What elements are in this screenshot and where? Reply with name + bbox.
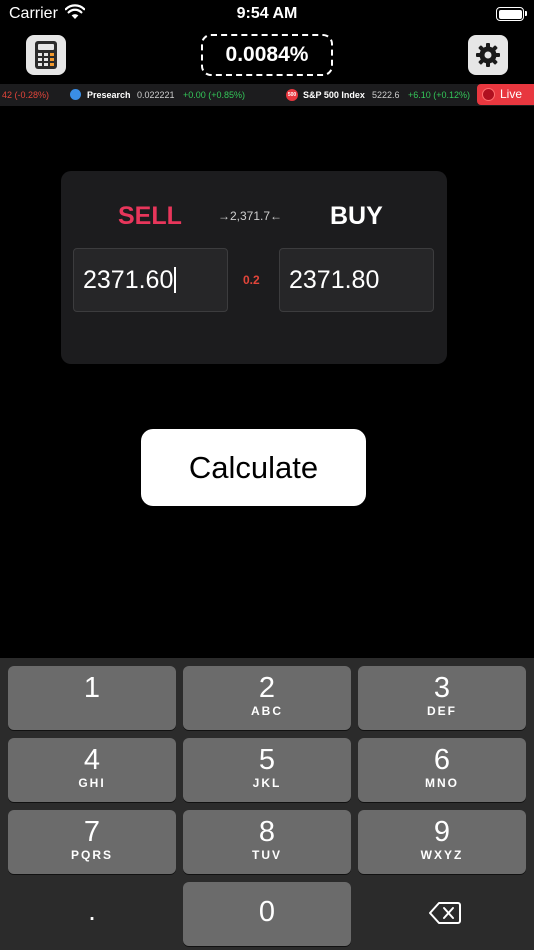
live-dot-icon bbox=[482, 88, 495, 101]
key-0[interactable]: 0 bbox=[183, 882, 351, 946]
settings-button[interactable] bbox=[468, 35, 508, 75]
delete-key[interactable] bbox=[358, 883, 526, 945]
battery-icon bbox=[496, 7, 527, 21]
calculate-button[interactable]: Calculate bbox=[141, 429, 366, 506]
key-5[interactable]: 5 JKL bbox=[183, 738, 351, 802]
ticker-price: 5222.6 bbox=[372, 90, 400, 100]
mid-price: →2,371.7← bbox=[218, 209, 283, 223]
sell-price-value: 2371.60 bbox=[83, 266, 174, 294]
key-digit: 6 bbox=[433, 744, 451, 776]
key-letters: GHI bbox=[78, 776, 106, 790]
key-letters: JKL bbox=[252, 776, 282, 790]
ticker-change: 42 (-0.28%) bbox=[2, 90, 50, 100]
sell-label: SELL bbox=[118, 202, 182, 230]
key-letters: PQRS bbox=[70, 848, 113, 862]
key-digit: 5 bbox=[258, 744, 276, 776]
calculator-button[interactable] bbox=[26, 35, 66, 75]
key-digit: 4 bbox=[83, 744, 101, 776]
key-4[interactable]: 4 GHI bbox=[8, 738, 176, 802]
ticker-name: Presearch bbox=[87, 90, 131, 100]
key-letters: TUV bbox=[252, 848, 282, 862]
key-digit: 7 bbox=[83, 816, 101, 848]
key-letters: ABC bbox=[251, 704, 283, 718]
ticker-name: S&P 500 Index bbox=[303, 90, 365, 100]
key-digit: 1 bbox=[83, 672, 101, 704]
key-9[interactable]: 9 WXYZ bbox=[358, 810, 526, 874]
live-label: Live bbox=[500, 87, 523, 101]
live-badge[interactable]: Live bbox=[477, 84, 534, 105]
key-digit: 9 bbox=[433, 816, 451, 848]
buy-price-value: 2371.80 bbox=[289, 266, 380, 294]
key-3[interactable]: 3 DEF bbox=[358, 666, 526, 730]
sp500-icon: 500 bbox=[286, 89, 298, 101]
key-letters: WXYZ bbox=[420, 848, 464, 862]
text-caret bbox=[174, 267, 177, 293]
calculator-icon bbox=[35, 41, 57, 69]
key-7[interactable]: 7 PQRS bbox=[8, 810, 176, 874]
buy-price-input[interactable]: 2371.80 bbox=[279, 248, 434, 312]
ticker-change: +6.10 (+0.12%) bbox=[408, 90, 471, 100]
decimal-key[interactable]: . bbox=[8, 883, 176, 945]
clock: 9:54 AM bbox=[236, 5, 298, 22]
gear-icon bbox=[476, 43, 500, 67]
key-2[interactable]: 2 ABC bbox=[183, 666, 351, 730]
key-1[interactable]: 1 bbox=[8, 666, 176, 730]
key-digit: 8 bbox=[258, 816, 276, 848]
presearch-icon bbox=[70, 89, 81, 100]
key-letters: MNO bbox=[425, 776, 459, 790]
key-digit: 2 bbox=[258, 672, 276, 704]
key-digit: 3 bbox=[433, 672, 451, 704]
key-digit: 0 bbox=[258, 896, 276, 928]
ticker-bar[interactable]: 42 (-0.28%) Presearch 0.022221 +0.00 (+0… bbox=[0, 84, 534, 106]
sell-price-input[interactable]: 2371.60 bbox=[73, 248, 228, 312]
key-8[interactable]: 8 TUV bbox=[183, 810, 351, 874]
buy-label: BUY bbox=[330, 202, 383, 230]
status-bar: Carrier 9:54 AM bbox=[0, 0, 534, 28]
backspace-icon bbox=[429, 902, 461, 924]
spread-percent-display[interactable]: 0.0084% bbox=[201, 34, 333, 76]
spread-value: 0.2 bbox=[243, 273, 260, 287]
key-6[interactable]: 6 MNO bbox=[358, 738, 526, 802]
ticker-price: 0.022221 bbox=[137, 90, 175, 100]
key-letters: DEF bbox=[427, 704, 457, 718]
ticker-change: +0.00 (+0.85%) bbox=[183, 90, 246, 100]
